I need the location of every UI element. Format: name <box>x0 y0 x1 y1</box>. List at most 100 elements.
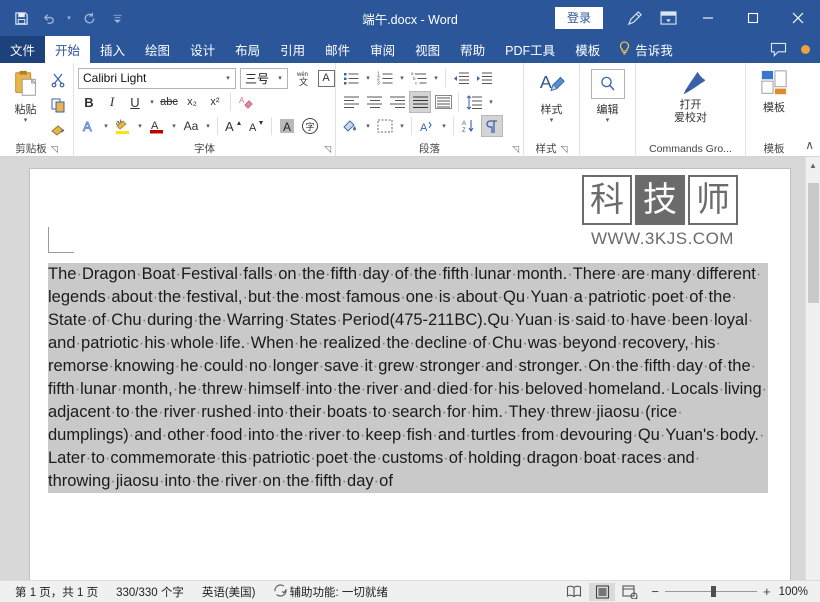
sort-button[interactable]: AZ <box>458 115 480 137</box>
editing-button[interactable]: 编辑 ▾ <box>585 67 631 124</box>
enclose-characters-button[interactable]: 字 <box>299 115 321 137</box>
customize-quick-access-icon[interactable] <box>104 5 130 31</box>
accessibility-status[interactable]: 辅助功能: 一切就绪 <box>265 583 397 600</box>
shrink-font-button[interactable]: A <box>245 115 267 137</box>
scroll-up-arrow-icon[interactable]: ▲ <box>806 157 820 173</box>
zoom-slider-track[interactable] <box>664 586 757 597</box>
line-spacing-button[interactable] <box>463 91 485 113</box>
styles-button[interactable]: A 样式 ▾ <box>529 67 575 124</box>
change-case-button[interactable]: Aa <box>180 115 202 137</box>
tab-home[interactable]: 开始 <box>45 36 91 63</box>
paragraph-dialog-launcher-icon[interactable]: ◹ <box>512 142 519 156</box>
undo-icon[interactable] <box>36 5 62 31</box>
borders-caret-icon[interactable]: ▾ <box>397 122 407 130</box>
phonetic-guide-button[interactable]: wén 文 <box>292 67 314 89</box>
language-status[interactable]: 英语(美国) <box>193 584 265 600</box>
superscript-button[interactable]: x² <box>204 91 226 113</box>
ribbon-display-options-icon[interactable] <box>651 0 685 36</box>
minimize-button[interactable] <box>685 0 730 36</box>
asian-layout-button[interactable]: A <box>416 115 438 137</box>
zoom-out-button[interactable]: − <box>651 584 659 599</box>
tab-review[interactable]: 审阅 <box>360 36 405 63</box>
font-color-caret-icon[interactable]: ▾ <box>169 122 179 130</box>
pen-feedback-icon[interactable] <box>617 0 651 36</box>
cut-button[interactable] <box>47 69 69 91</box>
read-mode-button[interactable] <box>561 583 587 601</box>
styles-dialog-launcher-icon[interactable]: ◹ <box>561 142 568 156</box>
tab-help[interactable]: 帮助 <box>450 36 495 63</box>
subscript-button[interactable]: x₂ <box>181 91 203 113</box>
change-case-caret-icon[interactable]: ▾ <box>203 122 213 130</box>
multilevel-caret-icon[interactable]: ▾ <box>431 74 441 82</box>
font-name-combobox[interactable]: Calibri Light ▾ <box>78 67 236 89</box>
scrollbar-thumb[interactable] <box>808 183 819 303</box>
text-effects-button[interactable]: A <box>78 115 100 137</box>
underline-caret-icon[interactable]: ▾ <box>147 98 157 106</box>
tab-templates[interactable]: 模板 <box>565 36 610 63</box>
tab-file[interactable]: 文件 <box>0 36 46 63</box>
tab-mailings[interactable]: 邮件 <box>315 36 360 63</box>
numbering-caret-icon[interactable]: ▾ <box>397 74 407 82</box>
shading-button[interactable] <box>340 115 362 137</box>
zoom-slider-thumb[interactable] <box>710 586 716 597</box>
bullets-button[interactable] <box>340 67 362 89</box>
templates-button[interactable]: 模板 <box>751 67 797 115</box>
highlight-color-button[interactable]: ab <box>112 115 134 137</box>
decrease-indent-button[interactable] <box>450 67 472 89</box>
tab-draw[interactable]: 绘图 <box>135 36 180 63</box>
bullets-caret-icon[interactable]: ▾ <box>363 74 373 82</box>
multilevel-list-button[interactable]: abc <box>408 67 430 89</box>
increase-indent-button[interactable] <box>473 67 495 89</box>
asian-layout-caret-icon[interactable]: ▾ <box>439 122 449 130</box>
borders-button[interactable] <box>374 115 396 137</box>
tab-design[interactable]: 设计 <box>180 36 225 63</box>
paste-dropdown-caret-icon[interactable]: ▾ <box>24 117 28 124</box>
zoom-slider[interactable]: − + <box>645 584 776 599</box>
sign-in-button[interactable]: 登录 <box>554 7 603 29</box>
document-text[interactable]: The·​Dragon·​Boat·​Festival·​falls·​on·​… <box>48 263 768 493</box>
vertical-scrollbar[interactable]: ▲ <box>805 157 820 580</box>
font-size-caret-icon[interactable]: ▾ <box>275 74 285 82</box>
line-spacing-caret-icon[interactable]: ▾ <box>486 98 496 106</box>
align-center-button[interactable] <box>363 91 385 113</box>
open-aijiaodui-button[interactable]: 打开 爱校对 <box>646 67 736 125</box>
tell-me-box[interactable]: 告诉我 <box>610 36 681 63</box>
character-shading-button[interactable]: A <box>276 115 298 137</box>
grow-font-button[interactable]: A <box>222 115 244 137</box>
text-effects-caret-icon[interactable]: ▾ <box>101 122 111 130</box>
copy-button[interactable] <box>47 94 69 116</box>
numbering-button[interactable]: 123 <box>374 67 396 89</box>
tab-references[interactable]: 引用 <box>270 36 315 63</box>
redo-icon[interactable] <box>76 5 102 31</box>
distribute-button[interactable] <box>432 91 454 113</box>
strikethrough-button[interactable]: abc <box>158 91 180 113</box>
highlight-caret-icon[interactable]: ▾ <box>135 122 145 130</box>
tab-insert[interactable]: 插入 <box>90 36 135 63</box>
align-right-button[interactable] <box>386 91 408 113</box>
format-painter-button[interactable] <box>47 119 69 141</box>
zoom-in-button[interactable]: + <box>763 584 771 599</box>
shading-caret-icon[interactable]: ▾ <box>363 122 373 130</box>
italic-button[interactable]: I <box>101 91 123 113</box>
justify-button[interactable] <box>409 91 431 113</box>
zoom-level-label[interactable]: 100% <box>779 586 814 598</box>
paste-button[interactable]: 粘贴 ▾ <box>4 67 47 124</box>
account-status-dot-icon[interactable] <box>801 45 810 54</box>
web-layout-button[interactable] <box>617 583 643 601</box>
collapse-ribbon-button[interactable]: ∧ <box>805 138 814 152</box>
character-border-button[interactable]: A <box>315 67 337 89</box>
document-page[interactable]: 科 技 师 WWW.3KJS.COM The·​Dragon·​Boat·​Fe… <box>30 169 790 580</box>
tab-pdf-tools[interactable]: PDF工具 <box>495 36 565 63</box>
page-count-status[interactable]: 第 1 页，共 1 页 <box>6 584 107 600</box>
editing-dropdown-caret-icon[interactable]: ▾ <box>606 117 610 124</box>
underline-button[interactable]: U <box>124 91 146 113</box>
clipboard-dialog-launcher-icon[interactable]: ◹ <box>51 142 58 156</box>
show-formatting-marks-button[interactable] <box>481 115 503 137</box>
word-count-status[interactable]: 330/330 个字 <box>107 584 193 600</box>
print-layout-button[interactable] <box>589 582 616 601</box>
undo-dropdown-caret-icon[interactable]: ▾ <box>64 14 74 22</box>
font-color-button[interactable]: A <box>146 115 168 137</box>
tab-layout[interactable]: 布局 <box>225 36 270 63</box>
styles-dropdown-caret-icon[interactable]: ▾ <box>550 117 554 124</box>
save-icon[interactable] <box>8 5 34 31</box>
